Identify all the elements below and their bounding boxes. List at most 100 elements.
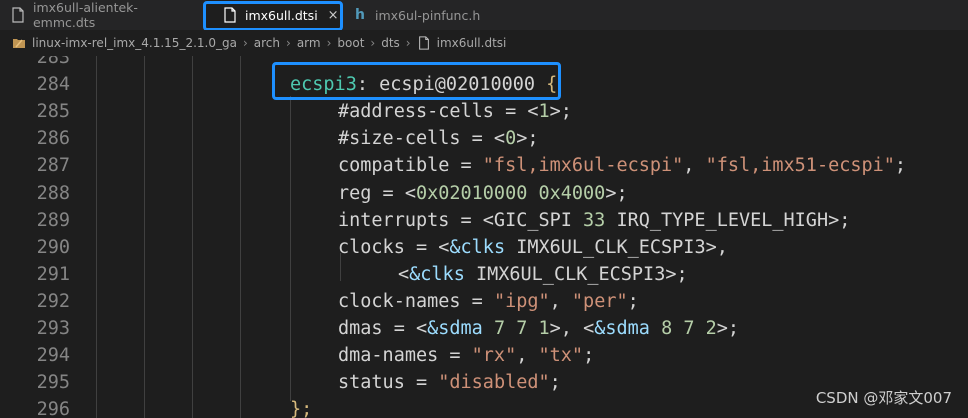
tab-imx6ull-dtsi[interactable]: imx6ull.dtsi × (206, 0, 340, 30)
code-editor[interactable]: 283 284 ecspi3: ecspi@02010000 { 285 #addres… (0, 56, 968, 418)
line-number: 291 (36, 263, 70, 285)
code-text: clock-names = "ipg", "per"; (338, 288, 639, 315)
chevron-right-icon: › (326, 36, 332, 50)
code-text: }; (290, 396, 312, 418)
code-token: "rx" (471, 345, 517, 367)
code-text: <&clks IMX6UL_CLK_ECSPI3>; (398, 261, 688, 288)
file-icon (224, 7, 236, 23)
line-number: 287 (36, 155, 70, 177)
chevron-right-icon: › (405, 36, 411, 50)
breadcrumb-item[interactable]: arch (254, 36, 280, 50)
code-token: : (356, 74, 380, 96)
close-icon[interactable]: × (328, 8, 339, 23)
tab-bar: imx6ull-alientek-emmc.dts imx6ull.dtsi ×… (0, 0, 968, 30)
code-line[interactable]: 289 interrupts = <GIC_SPI 33 IRQ_TYPE_LEV… (0, 207, 968, 234)
code-token: ecspi@02010000 (379, 74, 536, 96)
line-number: 289 (36, 209, 70, 231)
tab-label: imx6ull.dtsi (245, 7, 318, 23)
breadcrumb-item[interactable]: imx6ull.dtsi (437, 36, 507, 50)
code-token: &sdma (594, 318, 650, 339)
file-icon (418, 36, 429, 50)
code-line[interactable]: 294 dma-names = "rx", "tx"; (0, 342, 968, 369)
tab-label: imx6ul-pinfunc.h (375, 7, 481, 23)
code-token: "ipg" (493, 290, 550, 312)
code-token: 7 7 1 (493, 318, 550, 339)
code-token: >; (716, 318, 740, 339)
chevron-right-icon: › (286, 36, 291, 50)
line-number: 296 (36, 399, 70, 418)
code-line[interactable]: 293 dmas = <&sdma 7 7 1>, <&sdma 8 7 2>; (0, 315, 968, 342)
code-token: >; (549, 101, 572, 123)
code-token: #address-cells = < (338, 101, 539, 123)
line-number: 294 (36, 345, 70, 367)
code-token: #size-cells = < (338, 128, 506, 150)
code-text: dma-names = "rx", "tx"; (338, 342, 594, 369)
code-token: ecspi3 (290, 74, 357, 96)
code-token: >, < (549, 318, 595, 339)
code-token: ; (583, 345, 595, 367)
code-token: dma-names = (338, 345, 472, 367)
code-token: &clks (449, 236, 506, 258)
code-line[interactable]: 292 clock-names = "ipg", "per"; (0, 288, 968, 315)
code-token: &clks (409, 263, 465, 285)
code-token: "fsl,imx6ul-ecspi" (482, 155, 684, 177)
tab-label: imx6ull-alientek-emmc.dts (32, 0, 138, 30)
breadcrumb-item[interactable]: arm (297, 36, 321, 50)
file-icon (12, 7, 24, 23)
line-number: 288 (36, 182, 70, 204)
code-line[interactable]: 284 ecspi3: ecspi@02010000 { (0, 71, 968, 98)
code-token: < (398, 263, 410, 285)
code-token: clocks = < (338, 236, 450, 258)
breadcrumb-item[interactable]: linux-imx-rel_imx_4.1.15_2.1.0_ga (32, 36, 237, 50)
code-text: dmas = <&sdma 7 7 1>, <&sdma 8 7 2>; (338, 315, 739, 342)
code-line[interactable]: 291 <&clks IMX6UL_CLK_ECSPI3>; (0, 261, 968, 288)
code-token: status = (338, 372, 439, 394)
code-line[interactable]: 290 clocks = <&clks IMX6UL_CLK_ECSPI3>, (0, 234, 968, 261)
h-file-icon: h (355, 7, 365, 23)
code-token: >; (605, 182, 628, 204)
code-text: ecspi3: ecspi@02010000 { (290, 71, 557, 98)
code-token: "tx" (538, 345, 584, 367)
tab-imx6ul-pinfunc-h[interactable]: h imx6ul-pinfunc.h (352, 0, 492, 30)
code-text: interrupts = <GIC_SPI 33 IRQ_TYPE_LEVEL_… (338, 207, 850, 234)
code-token: >; (516, 128, 539, 150)
code-token: "fsl,imx51-ecspi" (705, 155, 895, 177)
code-text: #address-cells = <1>; (338, 98, 572, 125)
code-token: 1 (538, 101, 550, 123)
line-number: 285 (36, 101, 70, 123)
breadcrumb-item[interactable]: boot (337, 36, 364, 50)
code-token: &sdma (427, 318, 483, 339)
code-text: compatible = "fsl,imx6ul-ecspi", "fsl,im… (338, 152, 906, 179)
line-number: 292 (36, 290, 70, 312)
code-line[interactable]: 288 reg = <0x02010000 0x4000>; (0, 180, 968, 207)
watermark: CSDN @邓家文007 (815, 389, 952, 407)
code-token: ; (627, 290, 639, 312)
code-text: clocks = <&clks IMX6UL_CLK_ECSPI3>, (338, 234, 728, 261)
folder-icon (13, 39, 25, 48)
line-number: 286 (36, 128, 70, 150)
code-token: compatible = (338, 155, 483, 177)
breadcrumb-item[interactable]: dts (381, 36, 400, 50)
code-token: , (683, 155, 706, 177)
code-token: 0 (505, 128, 517, 150)
code-token: , (516, 345, 539, 367)
code-token: }; (290, 399, 313, 418)
code-token: , (549, 290, 572, 312)
code-token: IMX6UL_CLK_ECSPI3>, (505, 236, 728, 258)
line-number: 284 (36, 74, 70, 96)
code-line[interactable]: 283 (0, 56, 968, 71)
chevron-right-icon: › (370, 36, 376, 50)
code-token: IRQ_TYPE_LEVEL_HIGH>; (605, 209, 851, 231)
code-token: ; (894, 155, 907, 177)
code-token: reg = < (338, 182, 416, 204)
code-token: dmas = < (338, 318, 428, 339)
code-line[interactable]: 285 #address-cells = <1>; (0, 98, 968, 125)
line-number: 295 (36, 372, 70, 394)
code-text: status = "disabled"; (338, 369, 561, 396)
tab-imx6ull-alientek-emmc-dts[interactable]: imx6ull-alientek-emmc.dts (10, 0, 200, 30)
chevron-right-icon: › (242, 36, 248, 50)
code-line[interactable]: 287 compatible = "fsl,imx6ul-ecspi", "fsl… (0, 152, 968, 179)
code-line[interactable]: 286 #size-cells = <0>; (0, 125, 968, 152)
